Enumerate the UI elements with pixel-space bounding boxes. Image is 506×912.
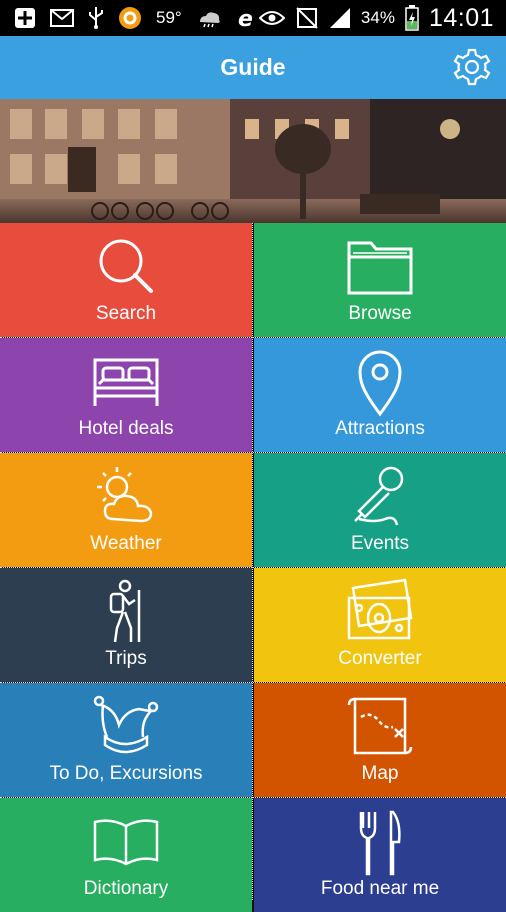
app-bar: Guide: [0, 36, 506, 99]
tile-label: To Do, Excursions: [49, 763, 203, 784]
tile-label: Browse: [348, 303, 412, 324]
grid-divider: [0, 452, 506, 453]
tile-label: Search: [95, 303, 157, 324]
tile-label: Food near me: [320, 878, 440, 899]
tile-weather[interactable]: Weather: [0, 453, 252, 567]
battery-percent-text: 34%: [360, 8, 395, 27]
grid-divider: [0, 682, 506, 683]
temperature-text: 59°: [156, 8, 182, 27]
money-icon: [347, 578, 413, 640]
mail-icon: [50, 9, 74, 27]
browser-icon: e: [236, 7, 258, 29]
tile-label: Weather: [90, 533, 162, 554]
usb-icon: [88, 6, 104, 30]
svg-text:e: e: [238, 7, 253, 29]
add-icon: [14, 7, 36, 29]
tile-hotel-deals[interactable]: Hotel deals: [0, 338, 252, 452]
treasure-map-icon: [347, 697, 413, 755]
jester-hat-icon: [93, 695, 159, 754]
grid-divider-vertical: [252, 223, 255, 900]
map-pin-icon: [358, 350, 402, 417]
menu-grid: Search Browse Hotel deals Attractions We…: [0, 223, 506, 912]
microphone-icon: [354, 466, 404, 526]
grid-divider: [0, 337, 506, 338]
tile-label: Converter: [338, 648, 422, 669]
tile-to-do-excursions[interactable]: To Do, Excursions: [0, 683, 252, 797]
tile-label: Attractions: [335, 418, 425, 439]
mute-icon: [295, 6, 319, 30]
weather-icon: [97, 467, 153, 523]
signal-icon: [329, 7, 351, 29]
tile-label: Hotel deals: [78, 418, 174, 439]
hiker-icon: [109, 579, 141, 643]
book-icon: [93, 819, 159, 866]
tile-browse[interactable]: Browse: [254, 223, 506, 337]
app-title: Guide: [220, 54, 286, 80]
bed-icon: [93, 358, 159, 406]
tile-label: Events: [350, 533, 410, 554]
clock-time: 14:01: [428, 3, 494, 32]
app-icon: [118, 6, 142, 30]
tile-dictionary[interactable]: Dictionary: [0, 798, 252, 912]
tile-trips[interactable]: Trips: [0, 568, 252, 682]
tile-events[interactable]: Events: [254, 453, 506, 567]
fork-knife-icon: [359, 810, 401, 876]
settings-button[interactable]: [452, 47, 492, 87]
tile-label: Dictionary: [83, 878, 169, 899]
tile-label: Map: [361, 763, 399, 784]
tile-attractions[interactable]: Attractions: [254, 338, 506, 452]
tile-food-near-me[interactable]: Food near me: [254, 798, 506, 912]
folder-icon: [347, 241, 413, 295]
battery-icon: [405, 5, 419, 31]
tile-search[interactable]: Search: [0, 223, 252, 337]
tile-converter[interactable]: Converter: [254, 568, 506, 682]
night-street-photo: [0, 99, 506, 223]
hero-banner: [0, 99, 506, 223]
gear-icon: [453, 48, 491, 86]
status-bar: 59° e 34% 14:01: [0, 0, 506, 36]
search-icon: [99, 239, 153, 293]
eye-icon: [258, 10, 285, 26]
grid-divider: [0, 567, 506, 568]
grid-divider: [0, 797, 506, 798]
tile-map[interactable]: Map: [254, 683, 506, 797]
tile-label: Trips: [105, 648, 147, 669]
weather-icon: [196, 8, 222, 28]
